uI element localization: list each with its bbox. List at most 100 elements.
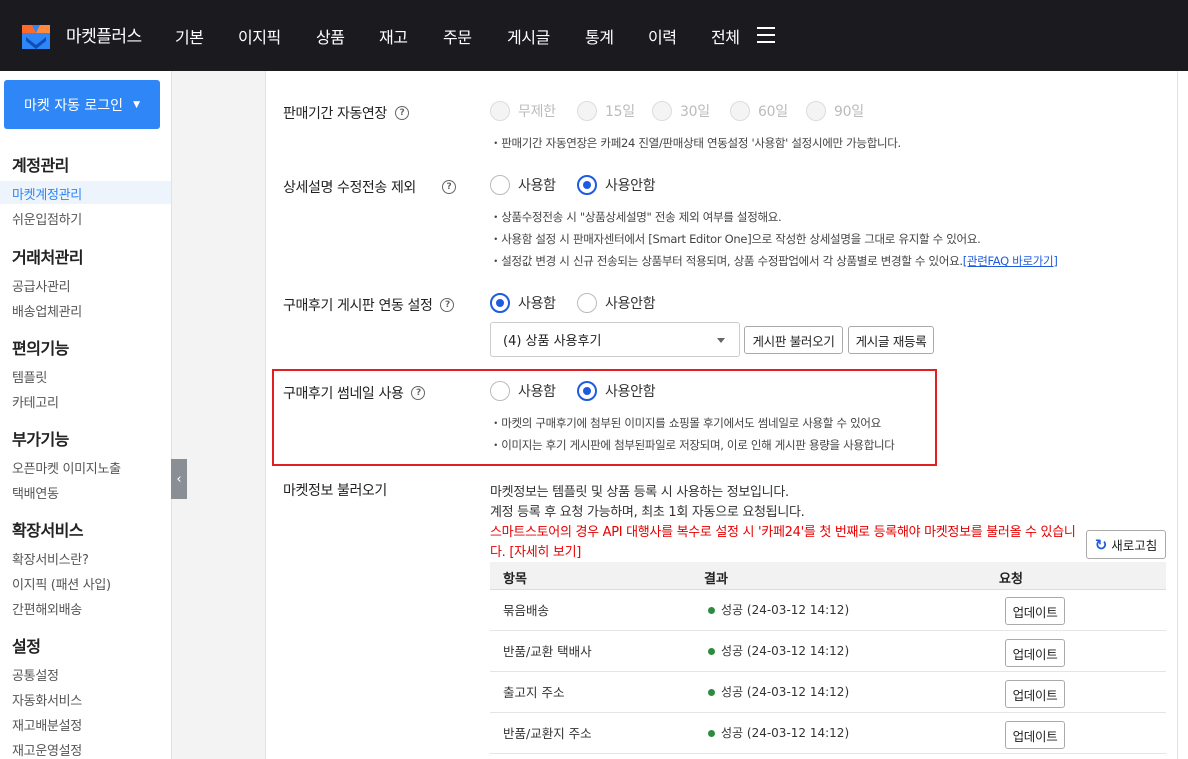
column-item: 항목 xyxy=(503,572,527,587)
table-row: 반품/교환 택배사 성공 (24-03-12 14:12) 업데이트 xyxy=(490,631,1166,672)
market-info-warning-2[interactable]: 다. [자세히 보기] xyxy=(490,541,581,560)
refresh-button[interactable]: ↻ 새로고침 xyxy=(1086,530,1166,559)
extend-option-90[interactable]: 90일 xyxy=(806,101,864,121)
review-board-label: 구매후기 게시판 연동 설정? xyxy=(283,295,455,315)
help-icon[interactable]: ? xyxy=(411,386,426,400)
content-gutter xyxy=(172,71,266,759)
reregister-post-button[interactable]: 게시글 재등록 xyxy=(848,326,934,354)
extend-label: 판매기간 자동연장? xyxy=(283,103,409,123)
sidebar: 마켓 자동 로그인 ▼ 계정관리 마켓계정관리 쉬운입점하기 거래처관리 공급사관… xyxy=(0,71,172,759)
brand-name[interactable]: 마켓플러스 xyxy=(66,22,142,47)
refresh-icon: ↻ xyxy=(1094,535,1108,554)
extend-option-unlimited[interactable]: 무제한 xyxy=(490,101,556,121)
extend-option-15[interactable]: 15일 xyxy=(577,101,635,121)
nav-product[interactable]: 상품 xyxy=(316,24,345,48)
faq-link[interactable]: [관련FAQ 바로가기] xyxy=(963,254,1058,268)
thumbnail-note-2: ・이미지는 후기 게시판에 첨부된파일로 저장되며, 이로 인해 게시판 용량을… xyxy=(490,438,895,452)
help-icon[interactable]: ? xyxy=(394,106,409,120)
detail-note-2: ・사용함 설정 시 판매자센터에서 [Smart Editor One]으로 작… xyxy=(490,232,981,246)
thumbnail-option-notuse[interactable]: 사용안함 xyxy=(577,381,656,401)
menu-icon[interactable] xyxy=(757,27,775,43)
sidebar-item-automation[interactable]: 자동화서비스 xyxy=(12,690,82,709)
column-result: 결과 xyxy=(704,572,728,587)
row-item: 묶음배송 xyxy=(503,603,550,618)
sidebar-group-addon: 부가기능 xyxy=(12,430,69,449)
sidebar-group-extension: 확장서비스 xyxy=(12,521,84,540)
success-dot-icon xyxy=(708,648,715,655)
market-auto-login-button[interactable]: 마켓 자동 로그인 ▼ xyxy=(4,80,160,129)
success-dot-icon xyxy=(708,689,715,696)
table-row: 출고지 주소 성공 (24-03-12 14:12) 업데이트 xyxy=(490,672,1166,713)
sidebar-item-common-settings[interactable]: 공통설정 xyxy=(12,665,59,684)
nav-stock[interactable]: 재고 xyxy=(379,24,408,48)
update-button[interactable]: 업데이트 xyxy=(1005,639,1065,667)
nav-history[interactable]: 이력 xyxy=(648,24,677,48)
table-row: 묶음배송 성공 (24-03-12 14:12) 업데이트 xyxy=(490,590,1166,631)
detail-option-notuse[interactable]: 사용안함 xyxy=(577,175,656,195)
sidebar-item-easy-entry[interactable]: 쉬운입점하기 xyxy=(12,209,82,228)
load-board-button[interactable]: 게시판 불러오기 xyxy=(744,326,843,354)
market-info-warning-1: 스마트스토어의 경우 API 대행사를 복수로 설정 시 '카페24'를 첫 번… xyxy=(490,525,1076,540)
success-dot-icon xyxy=(708,607,715,614)
marketplus-logo-icon[interactable] xyxy=(22,21,50,49)
detail-note-3: ・설정값 변경 시 신규 전송되는 상품부터 적용되며, 상품 수정팝업에서 각… xyxy=(490,254,1058,268)
nav-stats[interactable]: 통계 xyxy=(585,24,614,48)
table-row: 반품/교환지 주소 성공 (24-03-12 14:12) 업데이트 xyxy=(490,713,1166,754)
sidebar-group-settings: 설정 xyxy=(12,637,41,656)
extend-option-60[interactable]: 60일 xyxy=(730,101,788,121)
row-item: 반품/교환지 주소 xyxy=(503,726,592,741)
sidebar-item-openmarket-image[interactable]: 오픈마켓 이미지노출 xyxy=(12,458,121,477)
update-button[interactable]: 업데이트 xyxy=(1005,597,1065,625)
right-gutter xyxy=(1177,71,1188,759)
sidebar-group-convenience: 편의기능 xyxy=(12,339,69,358)
market-info-table-header: 항목 결과 요청 xyxy=(490,562,1166,590)
row-result: 성공 (24-03-12 14:12) xyxy=(708,724,849,741)
help-icon[interactable]: ? xyxy=(440,298,455,312)
market-info-text-2: 계정 등록 후 요청 가능하며, 최초 1회 자동으로 요청됩니다. xyxy=(490,505,805,520)
success-dot-icon xyxy=(708,730,715,737)
row-result: 성공 (24-03-12 14:12) xyxy=(708,683,849,700)
sidebar-item-stock-distribution[interactable]: 재고배분설정 xyxy=(12,715,82,734)
nav-all[interactable]: 전체 xyxy=(711,24,740,48)
nav-basic[interactable]: 기본 xyxy=(175,24,204,48)
sidebar-item-easypick-fashion[interactable]: 이지픽 (패션 사입) xyxy=(12,574,111,593)
top-navbar: 마켓플러스 기본 이지픽 상품 재고 주문 게시글 통계 이력 전체 xyxy=(0,0,1188,71)
sidebar-item-market-account[interactable]: 마켓계정관리 xyxy=(12,184,82,203)
market-info-text-1: 마켓정보는 템플릿 및 상품 등록 시 사용하는 정보입니다. xyxy=(490,485,789,500)
update-button[interactable]: 업데이트 xyxy=(1005,680,1065,708)
help-icon[interactable]: ? xyxy=(441,180,456,194)
thumbnail-label: 구매후기 썸네일 사용? xyxy=(283,383,426,403)
thumbnail-option-use[interactable]: 사용함 xyxy=(490,381,556,401)
sidebar-group-partner: 거래처관리 xyxy=(12,248,84,267)
sidebar-item-category[interactable]: 카테고리 xyxy=(12,392,59,411)
detail-label: 상세설명 수정전송 제외? xyxy=(283,177,456,197)
sidebar-item-overseas-shipping[interactable]: 간편해외배송 xyxy=(12,599,82,618)
extend-option-30[interactable]: 30일 xyxy=(652,101,710,121)
detail-note-1: ・상품수정전송 시 "상품상세설명" 전송 제외 여부를 설정해요. xyxy=(490,210,782,224)
nav-order[interactable]: 주문 xyxy=(443,24,472,48)
collapse-sidebar-chevron-icon[interactable]: ‹ xyxy=(171,459,187,499)
nav-board[interactable]: 게시글 xyxy=(507,24,550,48)
column-request: 요청 xyxy=(999,572,1023,587)
thumbnail-note-1: ・마켓의 구매후기에 첨부된 이미지를 쇼핑몰 후기에서도 썸네일로 사용할 수… xyxy=(490,416,881,430)
review-board-select[interactable]: (4) 상품 사용후기 xyxy=(490,322,740,357)
market-info-label: 마켓정보 불러오기 xyxy=(283,483,387,499)
row-result: 성공 (24-03-12 14:12) xyxy=(708,642,849,659)
extend-note: ・판매기간 자동연장은 카페24 진열/판매상태 연동설정 '사용함' 설정시에… xyxy=(490,136,901,150)
nav-easypick[interactable]: 이지픽 xyxy=(238,24,281,48)
caret-down-icon: ▼ xyxy=(133,99,140,110)
sidebar-item-supplier[interactable]: 공급사관리 xyxy=(12,276,71,295)
review-board-option-notuse[interactable]: 사용안함 xyxy=(577,293,656,313)
sidebar-group-account: 계정관리 xyxy=(12,156,69,175)
sidebar-item-shipping-company[interactable]: 배송업체관리 xyxy=(12,301,82,320)
sidebar-item-stock-operation[interactable]: 재고운영설정 xyxy=(12,740,82,759)
row-result: 성공 (24-03-12 14:12) xyxy=(708,601,849,618)
sidebar-item-template[interactable]: 템플릿 xyxy=(12,367,47,386)
update-button[interactable]: 업데이트 xyxy=(1005,721,1065,749)
review-board-option-use[interactable]: 사용함 xyxy=(490,293,556,313)
sidebar-item-courier[interactable]: 택배연동 xyxy=(12,483,59,502)
chevron-down-icon xyxy=(717,338,725,343)
detail-option-use[interactable]: 사용함 xyxy=(490,175,556,195)
sidebar-item-extension-about[interactable]: 확장서비스란? xyxy=(12,549,89,568)
row-item: 출고지 주소 xyxy=(503,685,565,700)
